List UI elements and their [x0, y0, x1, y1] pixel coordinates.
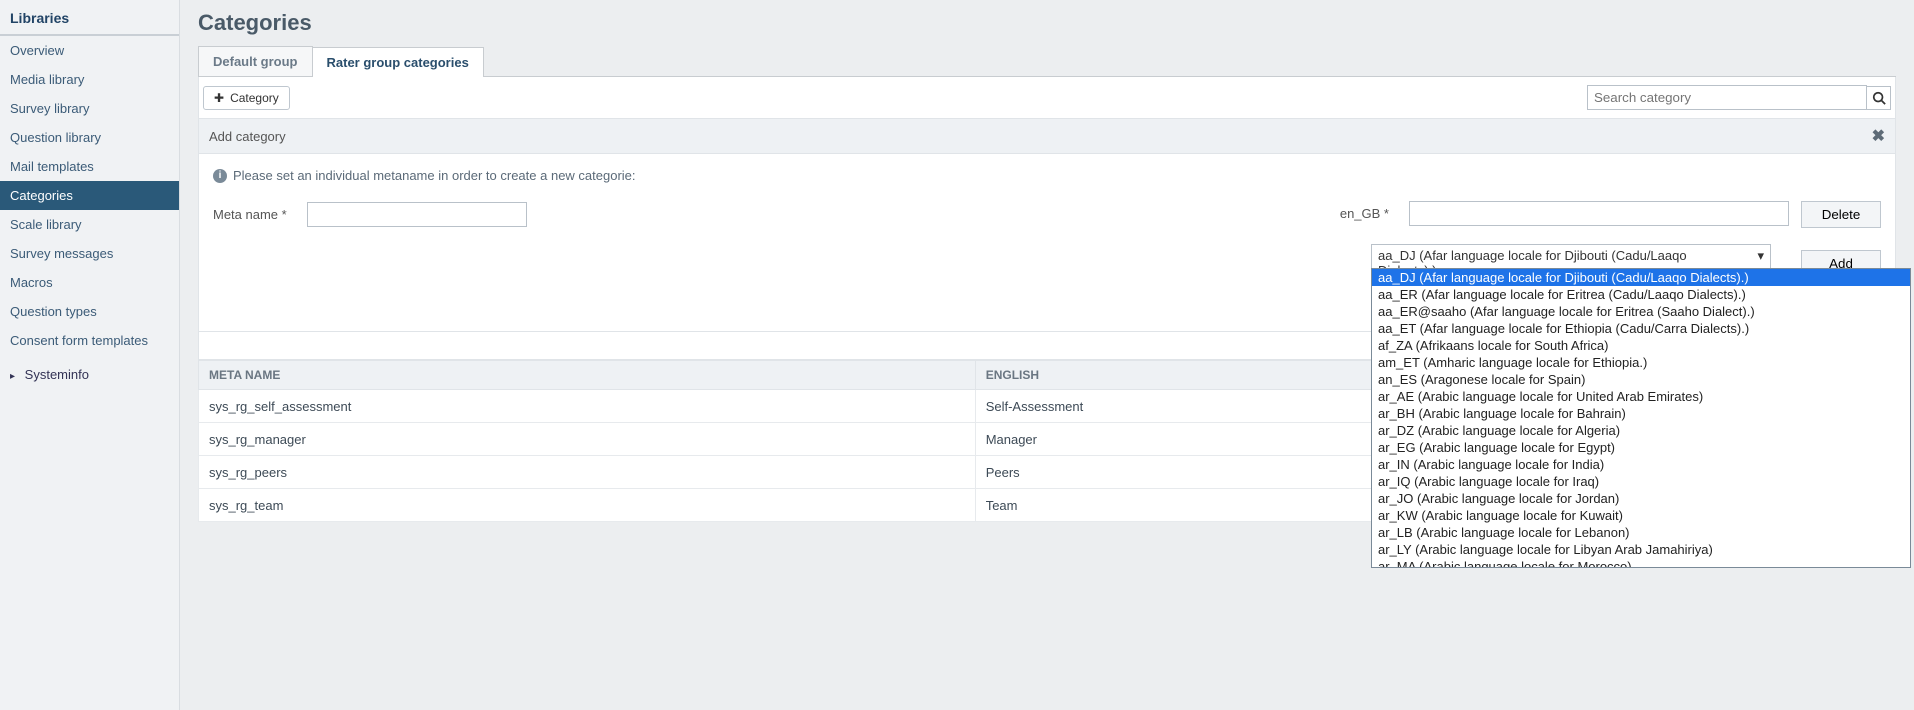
- info-line: i Please set an individual metaname in o…: [213, 168, 1881, 183]
- toolbar: ✚ Category: [198, 77, 1896, 119]
- col-meta[interactable]: META NAME: [199, 361, 976, 390]
- plus-icon: ✚: [214, 91, 224, 105]
- language-option[interactable]: ar_AE (Arabic language locale for United…: [1372, 388, 1910, 405]
- main: Categories Default groupRater group cate…: [180, 0, 1914, 710]
- tabs: Default groupRater group categories: [198, 46, 1896, 77]
- sidebar-item-question-types[interactable]: Question types: [0, 297, 179, 326]
- language-select-wrap: aa_DJ (Afar language locale for Djibouti…: [1371, 244, 1771, 282]
- language-dropdown[interactable]: aa_DJ (Afar language locale for Djibouti…: [1371, 268, 1911, 568]
- language-option[interactable]: ar_DZ (Arabic language locale for Algeri…: [1372, 422, 1910, 439]
- language-option[interactable]: aa_ET (Afar language locale for Ethiopia…: [1372, 320, 1910, 337]
- sidebar-item-consent-form-templates[interactable]: Consent form templates: [0, 326, 179, 355]
- sidebar-list: OverviewMedia librarySurvey libraryQuest…: [0, 36, 179, 355]
- sidebar-item-categories[interactable]: Categories: [0, 181, 179, 210]
- search-input[interactable]: [1587, 85, 1867, 110]
- sidebar-item-scale-library[interactable]: Scale library: [0, 210, 179, 239]
- delete-button[interactable]: Delete: [1801, 201, 1881, 228]
- panel-title: Add category: [209, 129, 286, 144]
- close-panel-button[interactable]: ✖: [1872, 126, 1885, 146]
- panel-header: Add category ✖: [198, 119, 1896, 154]
- language-option[interactable]: aa_DJ (Afar language locale for Djibouti…: [1372, 269, 1910, 286]
- language-option[interactable]: ar_IN (Arabic language locale for India): [1372, 456, 1910, 473]
- sidebar-item-question-library[interactable]: Question library: [0, 123, 179, 152]
- search-button[interactable]: [1867, 86, 1891, 110]
- sidebar-section-label: Systeminfo: [25, 367, 89, 382]
- language-option[interactable]: af_ZA (Afrikaans locale for South Africa…: [1372, 337, 1910, 354]
- meta-name-input[interactable]: [307, 202, 527, 227]
- language-option[interactable]: am_ET (Amharic language locale for Ethio…: [1372, 354, 1910, 371]
- search-icon: [1872, 91, 1886, 105]
- panel-body: i Please set an individual metaname in o…: [198, 154, 1896, 332]
- sidebar-item-media-library[interactable]: Media library: [0, 65, 179, 94]
- sidebar-item-overview[interactable]: Overview: [0, 36, 179, 65]
- sidebar-title: Libraries: [0, 0, 179, 36]
- language-option[interactable]: an_ES (Aragonese locale for Spain): [1372, 371, 1910, 388]
- sidebar: Libraries OverviewMedia librarySurvey li…: [0, 0, 180, 710]
- locale-input[interactable]: [1409, 201, 1789, 226]
- language-option[interactable]: ar_IQ (Arabic language locale for Iraq): [1372, 473, 1910, 490]
- add-category-label: Category: [230, 91, 279, 105]
- page-title: Categories: [198, 10, 1896, 36]
- language-option[interactable]: ar_JO (Arabic language locale for Jordan…: [1372, 490, 1910, 507]
- cell-meta: sys_rg_manager: [199, 423, 976, 456]
- language-option[interactable]: aa_ER (Afar language locale for Eritrea …: [1372, 286, 1910, 303]
- cell-meta: sys_rg_team: [199, 489, 976, 522]
- sidebar-item-macros[interactable]: Macros: [0, 268, 179, 297]
- language-option[interactable]: ar_LB (Arabic language locale for Lebano…: [1372, 524, 1910, 541]
- locale-label: en_GB *: [1340, 206, 1389, 221]
- search-wrap: [1587, 85, 1891, 110]
- tab-rater-group-categories[interactable]: Rater group categories: [312, 47, 484, 77]
- language-option[interactable]: ar_BH (Arabic language locale for Bahrai…: [1372, 405, 1910, 422]
- meta-name-label: Meta name *: [213, 207, 287, 222]
- tab-default-group[interactable]: Default group: [198, 46, 313, 76]
- sidebar-item-survey-library[interactable]: Survey library: [0, 94, 179, 123]
- cell-meta: sys_rg_self_assessment: [199, 390, 976, 423]
- sidebar-item-survey-messages[interactable]: Survey messages: [0, 239, 179, 268]
- language-option[interactable]: ar_LY (Arabic language locale for Libyan…: [1372, 541, 1910, 558]
- sidebar-item-mail-templates[interactable]: Mail templates: [0, 152, 179, 181]
- language-option[interactable]: ar_EG (Arabic language locale for Egypt): [1372, 439, 1910, 456]
- cell-meta: sys_rg_peers: [199, 456, 976, 489]
- caret-right-icon: ▸: [10, 371, 15, 382]
- info-text: Please set an individual metaname in ord…: [233, 168, 636, 183]
- info-icon: i: [213, 169, 227, 183]
- sidebar-section-systeminfo[interactable]: ▸ Systeminfo: [0, 355, 179, 394]
- add-category-button[interactable]: ✚ Category: [203, 86, 290, 110]
- language-option[interactable]: ar_KW (Arabic language locale for Kuwait…: [1372, 507, 1910, 524]
- language-option[interactable]: ar_MA (Arabic language locale for Morocc…: [1372, 558, 1910, 568]
- language-option[interactable]: aa_ER@saaho (Afar language locale for Er…: [1372, 303, 1910, 320]
